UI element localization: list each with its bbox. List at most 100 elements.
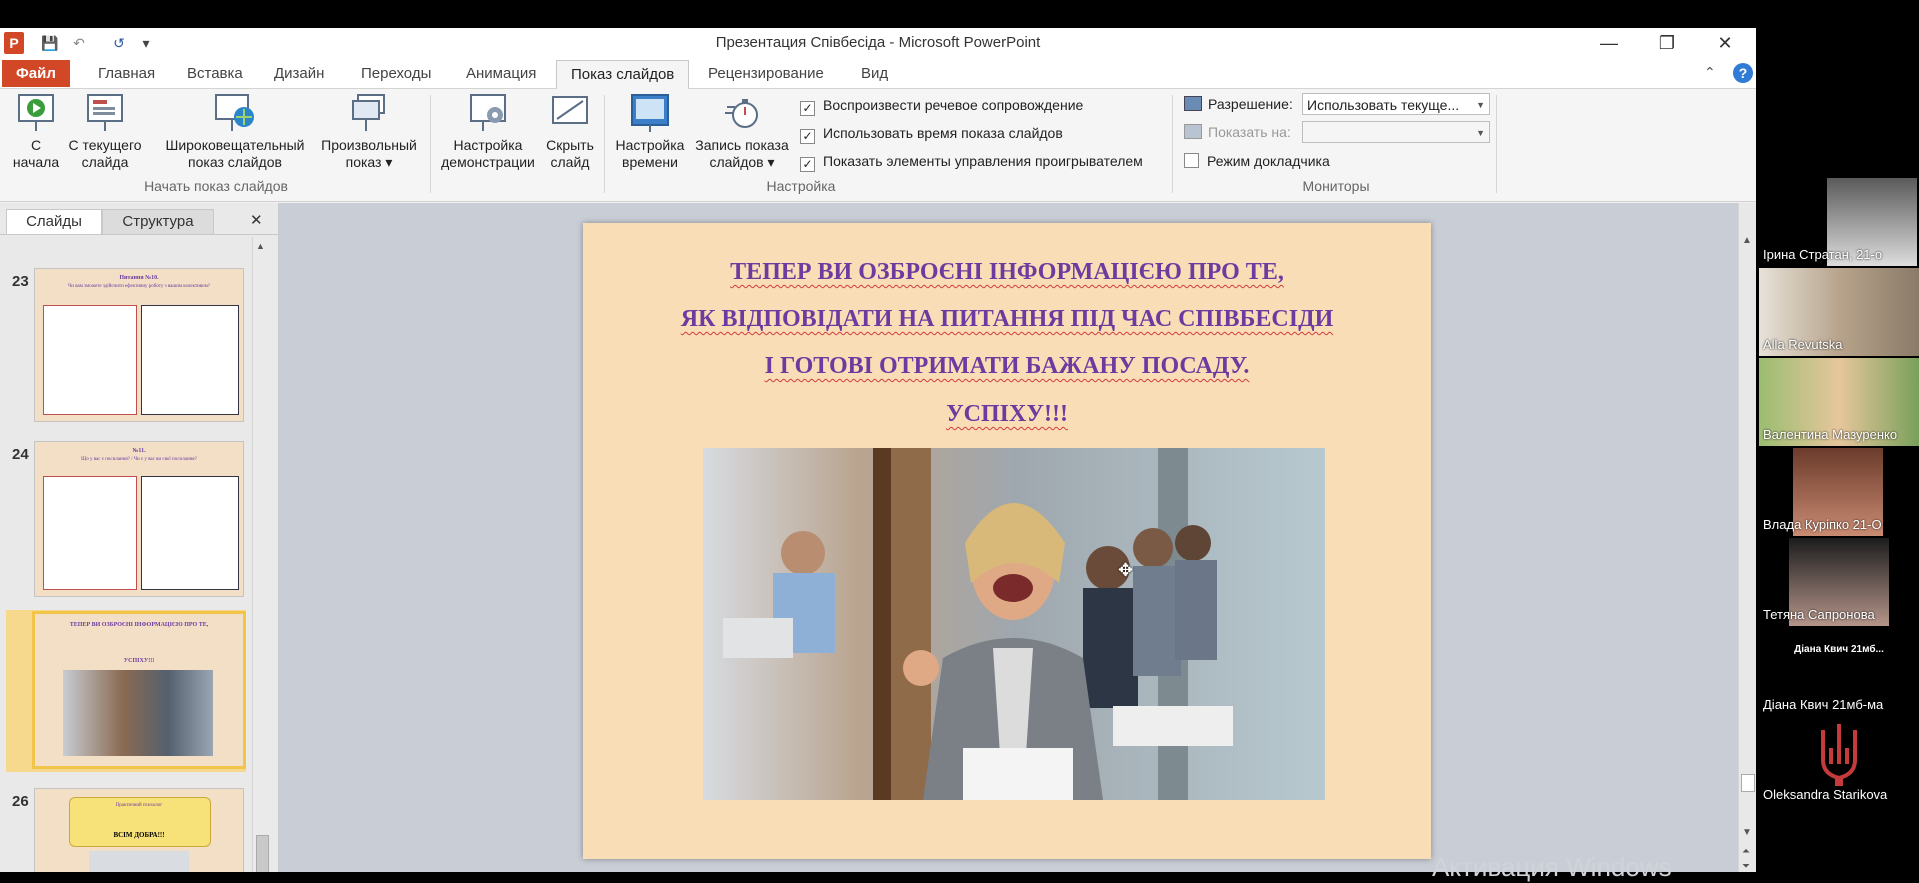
group-label-monitors: Мониторы [1302, 178, 1370, 194]
use-timings-checkbox[interactable]: ✓ Использовать время показа слайдов [800, 122, 1063, 144]
scrollbar-thumb[interactable] [256, 835, 269, 872]
text-box [43, 476, 137, 590]
from-beginning-button[interactable]: С начала [6, 93, 66, 171]
participant-name: Тетяна Сапронова [1763, 607, 1875, 622]
ribbon-separator [1496, 95, 1497, 193]
video-participants-panel: Ірина Стратан, 21-о Alla Revutska Валент… [1759, 178, 1919, 872]
chevron-down-icon: ▼ [1476, 100, 1485, 110]
play-narrations-checkbox[interactable]: ✓ Воспроизвести речевое сопровождение [800, 94, 1083, 116]
show-on-dropdown[interactable]: ▼ [1302, 121, 1490, 143]
slide-thumbnail[interactable]: №11. Що у вас є посилання? / Чи є у вас … [34, 441, 244, 597]
participant-name: Oleksandra Starikova [1763, 787, 1888, 802]
checkbox-checked: ✓ [800, 157, 815, 172]
participant-tile[interactable]: Діана Квич 21мб... Діана Квич 21мб-ма [1759, 628, 1919, 716]
chevron-down-icon: ▼ [1476, 128, 1485, 138]
stopwatch-icon [721, 93, 763, 133]
broadcast-slide-show-button[interactable]: Широковещательный показ слайдов [154, 93, 316, 171]
help-icon[interactable]: ? [1733, 63, 1753, 83]
close-button[interactable]: ✕ [1696, 28, 1754, 58]
powerpoint-app-icon[interactable]: P [4, 32, 24, 54]
slide-number: 26 [12, 793, 29, 810]
participant-tile[interactable]: Ірина Стратан, 21-о [1759, 178, 1919, 266]
tab-outline[interactable]: Структура [102, 209, 214, 235]
show-on-label: Показать на: [1208, 124, 1291, 140]
set-up-slide-show-button[interactable]: Настройка демонстрации [436, 93, 540, 171]
slide-number: 24 [12, 446, 29, 463]
collapse-ribbon-icon[interactable]: ⌃ [1704, 64, 1716, 81]
record-slide-show-button[interactable]: Запись показа слайдов ▾ [690, 93, 794, 171]
hide-slide-icon [549, 93, 591, 133]
slide-text-line: ТЕПЕР ВИ ОЗБРОЄНІ ІНФОРМАЦІЄЮ ПРО ТЕ, [730, 259, 1284, 285]
participant-tile[interactable]: Alla Revutska [1759, 268, 1919, 356]
checkbox-unchecked [1184, 153, 1199, 168]
participant-name: Ірина Стратан, 21-о [1763, 247, 1883, 262]
slide-thumbnail-selected[interactable]: ТЕПЕР ВИ ОЗБРОЄНІ ІНФОРМАЦІЄЮ ПРО ТЕ, УС… [32, 611, 246, 769]
panel-scrollbar[interactable]: ▲ [252, 237, 271, 872]
text-box [141, 305, 239, 415]
play-from-current-icon [84, 93, 126, 133]
current-slide[interactable]: ТЕПЕР ВИ ОЗБРОЄНІ ІНФОРМАЦІЄЮ ПРО ТЕ, ЯК… [583, 223, 1431, 859]
slide-text-line: УСПІХУ!!! [946, 401, 1068, 427]
tab-insert[interactable]: Вставка [173, 60, 257, 87]
checkbox-checked: ✓ [800, 101, 815, 116]
ribbon-tabs: Файл Главная Вставка Дизайн Переходы Ани… [0, 58, 1756, 89]
rehearse-timings-icon [629, 93, 671, 133]
participant-name: Alla Revutska [1763, 337, 1843, 352]
undo-icon[interactable]: ↶ [68, 32, 90, 54]
presenter-view-checkbox[interactable]: Режим докладчика [1184, 150, 1330, 172]
slide-thumbnail[interactable]: Практичний психолог ВСІМ ДОБРА!!! [34, 788, 244, 872]
tab-home[interactable]: Главная [84, 60, 169, 87]
slides-panel: Слайды Структура ✕ 23 Питання №10. Чи ва… [0, 203, 279, 872]
text-box [141, 476, 239, 590]
slide-photo [703, 448, 1325, 800]
customize-quick-access-icon[interactable]: ▾ [138, 32, 154, 54]
tab-slide-show[interactable]: Показ слайдов [556, 60, 690, 89]
ribbon-separator [1172, 95, 1173, 193]
minimize-button[interactable]: — [1580, 28, 1638, 58]
ribbon: С начала С текущего слайда Широковещател… [0, 89, 1756, 202]
next-slide-icon[interactable]: ⏷ [1742, 862, 1750, 872]
redo-icon[interactable]: ↺ [108, 32, 130, 54]
monitor-icon [1184, 96, 1202, 111]
group-label-start: Начать показ слайдов [144, 178, 288, 194]
restore-button[interactable]: ❐ [1638, 28, 1696, 58]
editor-scrollbar[interactable]: ▲ ▼ ⏶ ⏷ [1738, 203, 1756, 872]
scrollbar-thumb[interactable] [1741, 774, 1755, 792]
participant-tile[interactable]: Валентина Мазуренко [1759, 358, 1919, 446]
show-media-controls-checkbox[interactable]: ✓ Показать элементы управления проигрыват… [800, 150, 1143, 172]
title-bar: Презентация Співбесіда - Microsoft Power… [0, 28, 1756, 58]
resolution-dropdown[interactable]: Использовать текуще... ▼ [1302, 93, 1490, 115]
participant-tile[interactable]: Влада Куріпко 21-О [1759, 448, 1919, 536]
previous-slide-icon[interactable]: ⏶ [1742, 847, 1750, 857]
scroll-up-icon[interactable]: ▲ [1742, 235, 1752, 246]
slide-text-line: ЯК ВІДПОВІДАТИ НА ПИТАННЯ ПІД ЧАС СПІВБЕ… [680, 306, 1334, 332]
divider [0, 234, 278, 235]
tab-view[interactable]: Вид [847, 60, 902, 87]
participant-tile[interactable]: Oleksandra Starikova [1759, 718, 1919, 806]
group-label-setup: Настройка [766, 178, 836, 194]
participant-name: Валентина Мазуренко [1763, 427, 1898, 442]
tab-slides[interactable]: Слайды [6, 209, 102, 234]
slide-photo [89, 851, 189, 872]
tab-review[interactable]: Рецензирование [694, 60, 838, 87]
custom-slide-show-button[interactable]: Произвольный показ ▾ [316, 93, 422, 171]
participant-tile[interactable]: Тетяна Сапронова [1759, 538, 1919, 626]
save-icon[interactable]: 💾 [38, 32, 62, 54]
participant-caption: Діана Квич 21мб... [1794, 644, 1884, 655]
close-icon[interactable]: ✕ [250, 211, 263, 229]
scroll-down-icon[interactable]: ▼ [1742, 827, 1752, 838]
participant-name: Діана Квич 21мб-ма [1763, 697, 1884, 712]
setup-show-icon [467, 93, 509, 133]
slide-number: 23 [12, 273, 29, 290]
hide-slide-button[interactable]: Скрыть слайд [540, 93, 600, 171]
tab-design[interactable]: Дизайн [260, 60, 338, 87]
from-current-slide-button[interactable]: С текущего слайда [66, 93, 144, 171]
tab-file[interactable]: Файл [2, 60, 70, 87]
checkbox-checked: ✓ [800, 129, 815, 144]
tab-animations[interactable]: Анимация [452, 60, 550, 87]
tab-transitions[interactable]: Переходы [347, 60, 445, 87]
scroll-up-icon[interactable]: ▲ [256, 241, 265, 251]
rehearse-timings-button[interactable]: Настройка времени [610, 93, 690, 171]
slide-thumbnail[interactable]: Питання №10. Чи вам зможете здійснити еф… [34, 268, 244, 422]
slide-photo [63, 670, 213, 756]
